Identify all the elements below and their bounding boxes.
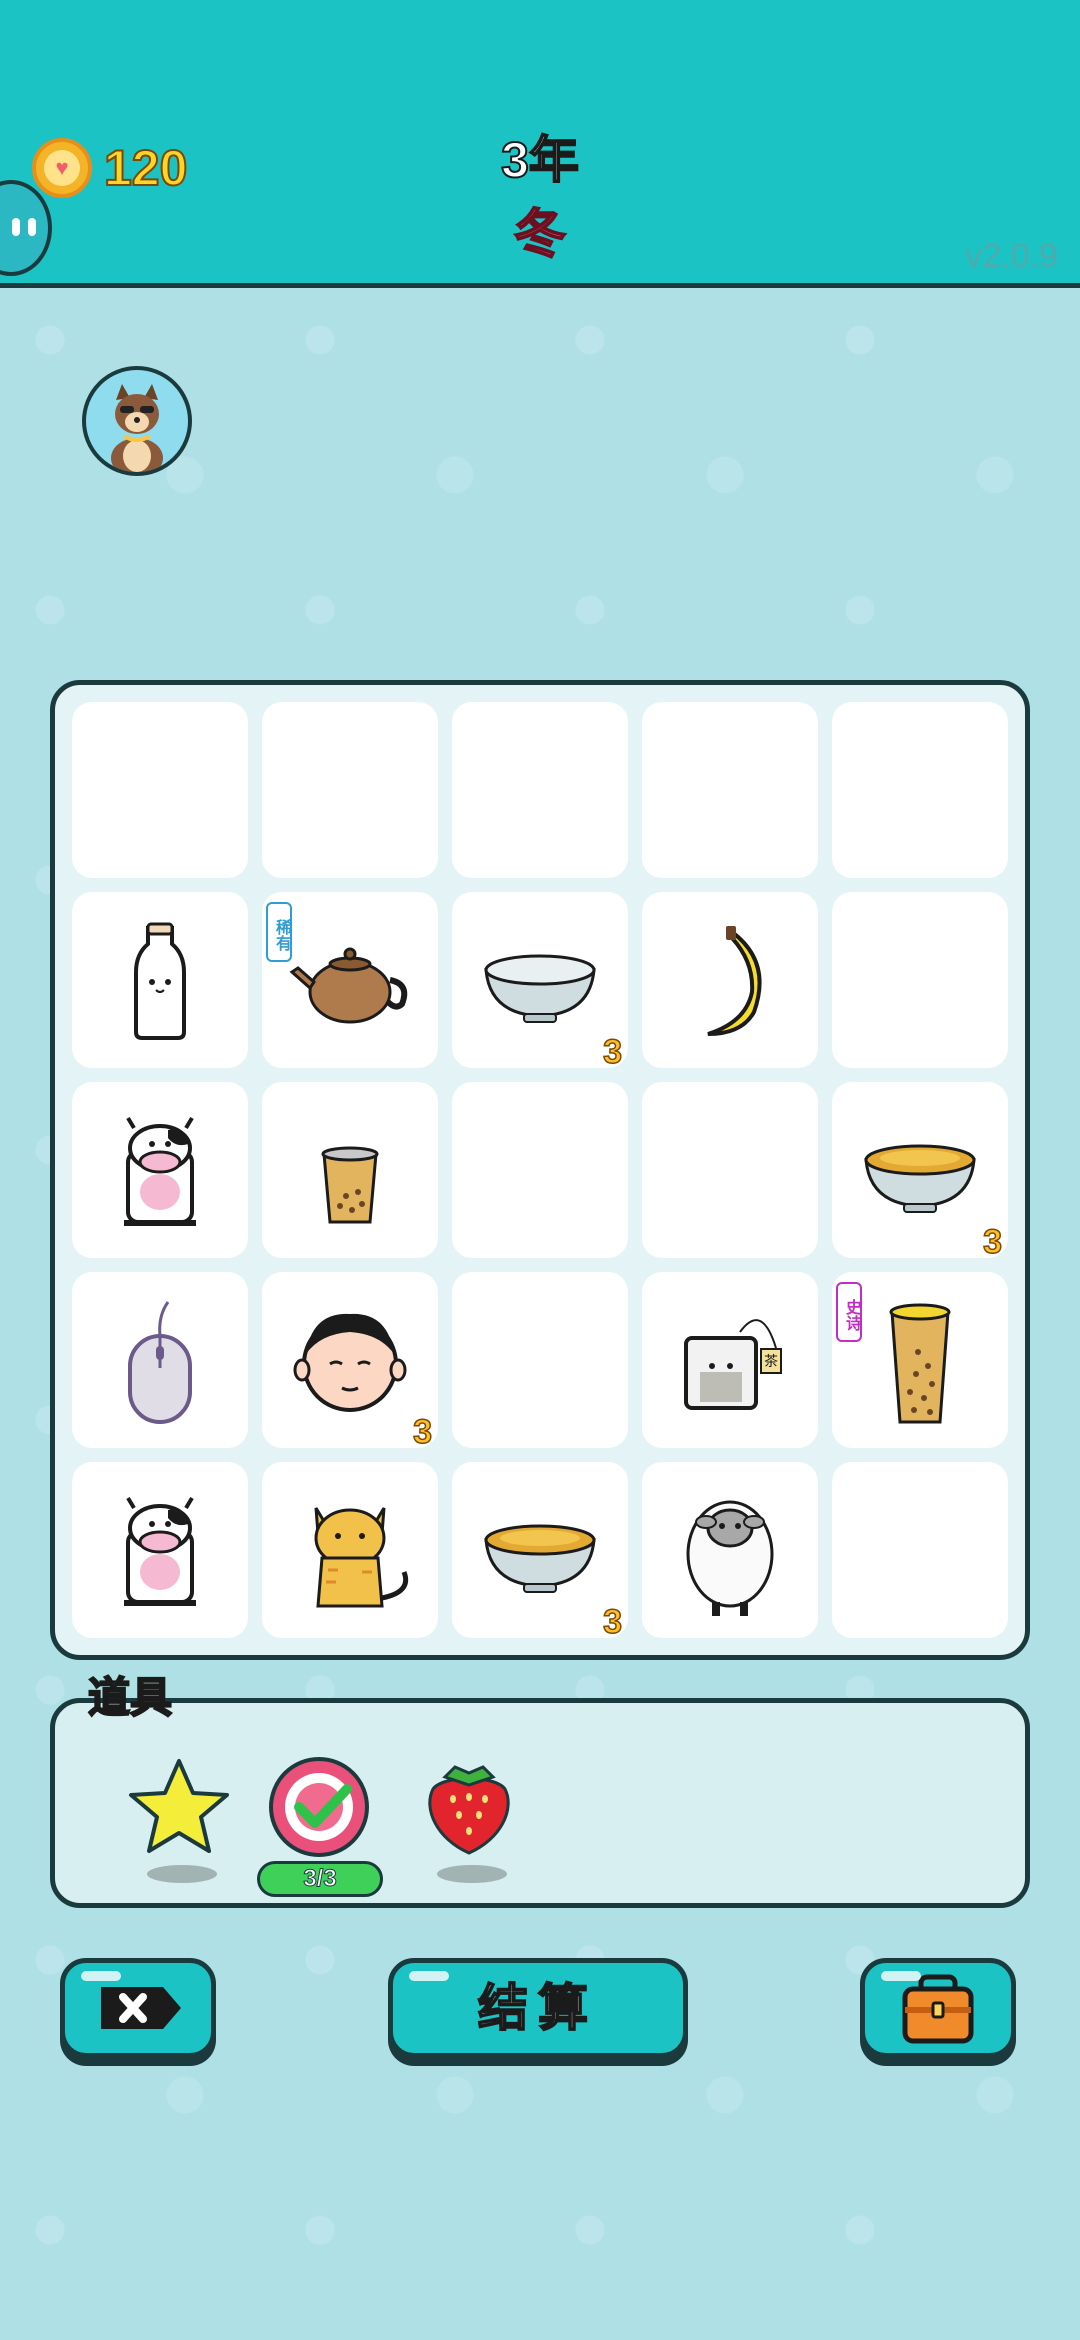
side-menu-tab[interactable] — [0, 180, 52, 276]
top-bar: ♥ 120 3年 冬 v2.0.9 — [0, 0, 1080, 288]
year-label: 3年 — [500, 131, 580, 189]
star-icon — [129, 1759, 229, 1853]
version-label: v2.0.9 — [965, 237, 1058, 275]
item-count: 3 — [412, 1412, 432, 1452]
board-cell-empty[interactable] — [832, 1462, 1008, 1638]
coin-count: 120 — [103, 139, 188, 197]
board-cell-tea-bag[interactable]: 茶 — [642, 1272, 818, 1448]
item-count: 3 — [602, 1032, 622, 1072]
dog-avatar[interactable] — [82, 366, 192, 476]
board-cell-tall-bubble-tea[interactable]: 史诗 — [832, 1272, 1008, 1448]
bag-button[interactable] — [860, 1958, 1016, 2058]
board-cell-cow[interactable] — [72, 1462, 248, 1638]
board-cell-cow[interactable] — [72, 1082, 248, 1258]
check-target-icon — [269, 1757, 369, 1857]
board-cell-tea-bowl[interactable]: 3 — [452, 1462, 628, 1642]
board-cell-cat[interactable] — [262, 1462, 438, 1638]
close-icon — [101, 1987, 181, 2029]
game-board: 稀有 3 3 3 茶 史诗 3 — [50, 680, 1030, 1660]
season-label: 冬 — [513, 205, 567, 265]
board-cell-empty[interactable] — [452, 702, 628, 878]
tool-star[interactable] — [119, 1753, 239, 1903]
board-cell-empty[interactable] — [832, 892, 1008, 1068]
settle-button-label: 结算 — [477, 1979, 598, 2037]
board-cell-mouse[interactable] — [72, 1272, 248, 1448]
tea-bag-label: 茶 — [760, 1348, 782, 1374]
tool-use-counter: 3/3 — [257, 1861, 383, 1897]
board-cell-empty[interactable] — [832, 702, 1008, 878]
board-cell-small-bubble-tea[interactable] — [262, 1082, 438, 1258]
tools-panel: 3/3 — [50, 1698, 1030, 1908]
board-cell-empty[interactable] — [452, 1272, 628, 1448]
rarity-tag: 史诗 — [836, 1282, 862, 1342]
tool-strawberry[interactable] — [409, 1753, 529, 1903]
rarity-tag: 稀有 — [266, 902, 292, 962]
board-cell-empty[interactable] — [262, 702, 438, 878]
board-cell-sheep[interactable] — [642, 1462, 818, 1638]
coin-icon: ♥ — [32, 138, 92, 198]
board-cell-teapot[interactable]: 稀有 — [262, 892, 438, 1068]
item-count: 3 — [982, 1222, 1002, 1262]
strawberry-icon — [428, 1765, 510, 1855]
close-button[interactable] — [60, 1958, 216, 2058]
board-cell-empty[interactable] — [452, 1082, 628, 1258]
settle-button[interactable]: 结算 — [388, 1958, 688, 2058]
board-cell-face[interactable]: 3 — [262, 1272, 438, 1452]
briefcase-icon — [902, 1974, 974, 2044]
board-cell-tea-bowl[interactable]: 3 — [832, 1082, 1008, 1262]
board-cell-empty-bowl[interactable]: 3 — [452, 892, 628, 1072]
board-cell-milk-bottle[interactable] — [72, 892, 248, 1068]
board-cell-empty[interactable] — [642, 1082, 818, 1258]
board-cell-empty[interactable] — [642, 702, 818, 878]
item-count: 3 — [602, 1602, 622, 1642]
board-cell-empty[interactable] — [72, 702, 248, 878]
tools-label: 道具 — [87, 1673, 173, 1722]
board-cell-banana[interactable] — [642, 892, 818, 1068]
